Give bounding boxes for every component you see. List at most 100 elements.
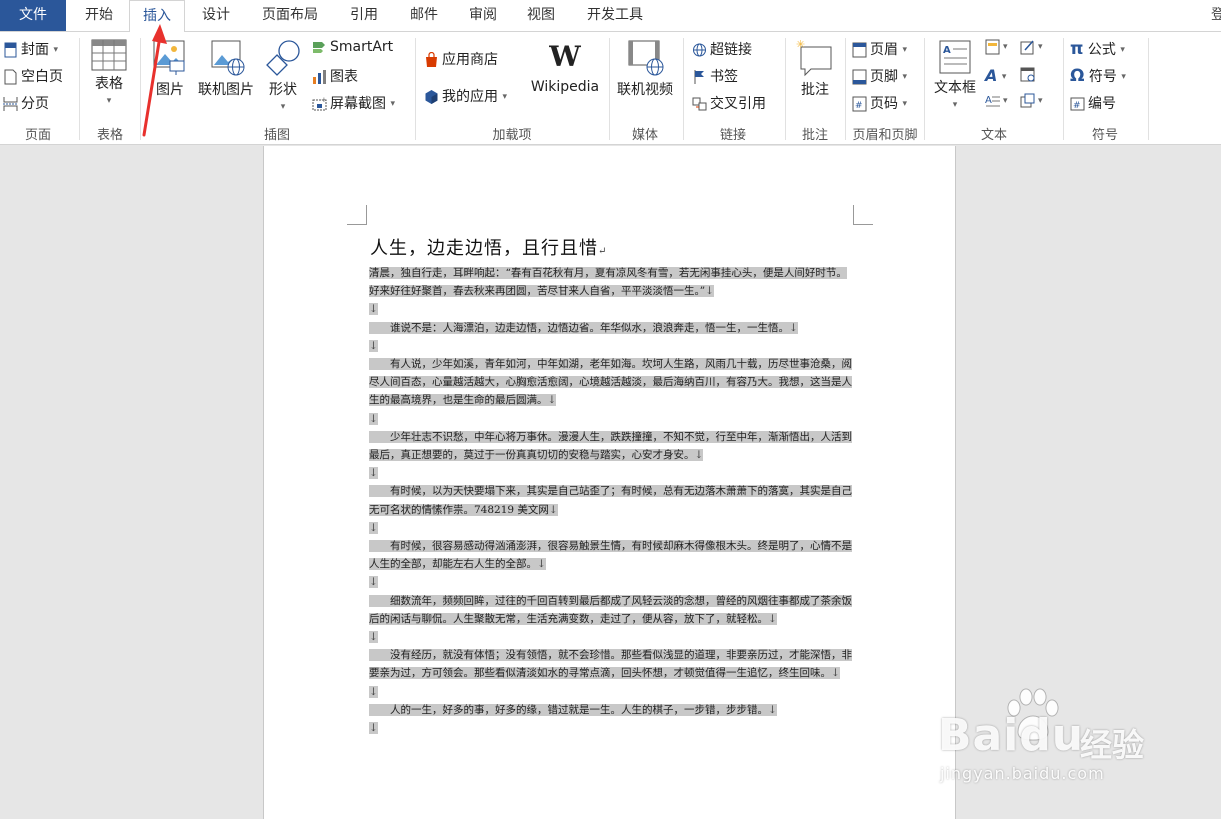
- object-icon: [1020, 93, 1035, 108]
- svg-text:+: +: [321, 96, 327, 104]
- smartart-button[interactable]: SmartArt: [312, 39, 393, 55]
- ribbon-insert: 封面 ▾ 空白页 分页 页面 表格 ▾ 表格 图片 联机图片 形状 ▾ SmartA…: [0, 31, 1221, 145]
- paragraph-text: 清晨，独自行走，耳畔响起：“春有百花秋有月，夏有凉风冬有雪，若无闲事挂心头，便是…: [369, 267, 847, 298]
- store-button[interactable]: 应用商店: [424, 49, 498, 69]
- line-break-mark: ↓: [369, 339, 378, 352]
- my-apps-icon: [425, 90, 438, 104]
- cross-reference-label: 交叉引用: [710, 96, 766, 112]
- tab-design[interactable]: 设计: [188, 0, 244, 31]
- omega-icon: Ω: [1070, 66, 1085, 86]
- equation-button[interactable]: π 公式 ▾: [1070, 39, 1125, 59]
- paragraph: ↓: [369, 719, 855, 737]
- tab-references[interactable]: 引用: [336, 0, 392, 31]
- document-title[interactable]: 人生，边走边悟，且行且惜↵: [370, 234, 607, 260]
- footer-button[interactable]: 页脚 ▾: [852, 66, 907, 86]
- group-label-media: 媒体: [631, 128, 658, 143]
- number-label: 编号: [1088, 96, 1116, 112]
- paragraph-text: 有时候，以为天快要塌下来，其实是自己站歪了；有时候，总有无边落木萧萧下的落寞，其…: [369, 485, 852, 516]
- screenshot-button[interactable]: + 屏幕截图 ▾: [312, 93, 395, 113]
- line-break-mark: ↓: [369, 521, 378, 534]
- wordart-icon: A: [985, 66, 998, 85]
- account-sign-in[interactable]: 登: [1211, 0, 1221, 31]
- paragraph: 细数流年，频频回眸，过往的千回百转到最后都成了风轻云淡的念想，曾经的风烟往事都成…: [369, 592, 855, 628]
- online-video-button[interactable]: 联机视频: [613, 39, 677, 99]
- cover-page-button[interactable]: 封面 ▾: [3, 39, 58, 59]
- number-button[interactable]: # 编号: [1070, 93, 1116, 113]
- group-label-symbols: 符号: [1091, 128, 1118, 143]
- cross-reference-button[interactable]: 交叉引用: [692, 93, 766, 113]
- svg-text:✳: ✳: [796, 39, 805, 51]
- cover-page-label: 封面: [21, 42, 49, 58]
- paragraph-text: 有时候，很容易感动得汹涌澎湃，很容易触景生情，有时候却麻木得像根木头。终是明了，…: [369, 540, 852, 571]
- text-box-button[interactable]: A 文本框 ▾: [929, 39, 981, 113]
- wikipedia-label: Wikipedia: [530, 79, 600, 95]
- shapes-button[interactable]: 形状 ▾: [262, 39, 304, 115]
- drop-cap-icon: A: [985, 95, 1000, 107]
- wikipedia-icon: W: [549, 40, 581, 73]
- comment-button[interactable]: ✳ 批注: [793, 39, 837, 99]
- wikipedia-button[interactable]: W Wikipedia: [527, 40, 603, 96]
- svg-text:#: #: [1073, 101, 1081, 111]
- chart-icon: [313, 70, 326, 84]
- drop-cap-button[interactable]: A ▾: [985, 93, 1008, 109]
- wordart-button[interactable]: A ▾: [985, 66, 1006, 85]
- object-button[interactable]: ▾: [1020, 93, 1043, 109]
- tab-home[interactable]: 开始: [70, 0, 128, 31]
- hyperlink-button[interactable]: 超链接: [692, 39, 752, 59]
- margin-corner-mark: [347, 205, 367, 225]
- hyperlink-icon: [693, 43, 706, 57]
- cross-reference-icon: [692, 97, 707, 111]
- page-number-button[interactable]: # 页码 ▾: [852, 93, 907, 113]
- online-picture-label: 联机图片: [198, 82, 254, 98]
- bookmark-button[interactable]: 书签: [692, 66, 738, 86]
- pi-icon: π: [1070, 39, 1084, 59]
- paragraph: ↓: [369, 683, 855, 701]
- table-button[interactable]: 表格 ▾: [86, 39, 132, 109]
- paragraph: 人的一生，好多的事，好多的缘，错过就是一生。人生的棋子，一步错，步步错。↓: [369, 701, 855, 719]
- header-button[interactable]: 页眉 ▾: [852, 39, 907, 59]
- group-label-text: 文本: [980, 128, 1007, 143]
- quick-parts-icon: [985, 39, 1000, 55]
- group-label-tables: 表格: [96, 128, 123, 143]
- tab-mailings[interactable]: 邮件: [396, 0, 452, 31]
- online-picture-icon: [211, 40, 245, 76]
- line-break-mark: ↓: [369, 685, 378, 698]
- line-break-mark: ↓: [369, 576, 378, 589]
- footer-icon: [852, 69, 867, 85]
- my-apps-button[interactable]: 我的应用 ▾: [424, 86, 507, 106]
- paragraph-text: 谁说不是：人海漂泊，边走边悟，边悟边省。年华似水，浪浪奔走，悟一生，一生悟。: [369, 321, 789, 334]
- document-body[interactable]: 清晨，独自行走，耳畔响起：“春有百花秋有月，夏有凉风冬有雪，若无闲事挂心头，便是…: [369, 264, 855, 737]
- paragraph: ↓: [369, 519, 855, 537]
- line-break-mark: ↓: [369, 412, 378, 425]
- bookmark-label: 书签: [710, 69, 738, 85]
- page-break-icon: [3, 97, 18, 111]
- document-canvas[interactable]: 人生，边走边悟，且行且惜↵ 清晨，独自行走，耳畔响起：“春有百花秋有月，夏有凉风…: [0, 146, 1221, 819]
- smartart-icon: [313, 42, 325, 53]
- text-box-label: 文本框: [934, 80, 976, 96]
- document-page[interactable]: 人生，边走边悟，且行且惜↵ 清晨，独自行走，耳畔响起：“春有百花秋有月，夏有凉风…: [263, 146, 956, 819]
- store-label: 应用商店: [442, 52, 498, 68]
- paragraph-text: 细数流年，频频回眸，过往的千回百转到最后都成了风轻云淡的念想，曾经的风烟往事都成…: [369, 594, 852, 625]
- blank-page-button[interactable]: 空白页: [3, 66, 63, 86]
- page-break-button[interactable]: 分页: [3, 93, 49, 113]
- signature-line-button[interactable]: ▾: [1020, 39, 1043, 55]
- online-picture-button[interactable]: 联机图片: [194, 39, 258, 99]
- date-time-button[interactable]: [1020, 66, 1038, 82]
- tab-review[interactable]: 审阅: [455, 0, 511, 31]
- tab-developer[interactable]: 开发工具: [573, 0, 657, 31]
- tab-file[interactable]: 文件: [0, 0, 66, 31]
- tab-view[interactable]: 视图: [513, 0, 569, 31]
- calendar-icon: [1020, 67, 1035, 82]
- group-label-comments: 批注: [801, 128, 828, 143]
- svg-text:A: A: [985, 95, 992, 106]
- my-apps-label: 我的应用: [442, 89, 498, 105]
- tab-page-layout[interactable]: 页面布局: [250, 0, 330, 31]
- group-label-illustrations: 插图: [263, 128, 290, 143]
- cover-page-icon: [4, 42, 17, 58]
- paragraph: 有时候，很容易感动得汹涌澎湃，很容易触景生情，有时候却麻木得像根木头。终是明了，…: [369, 537, 855, 573]
- chart-button[interactable]: 图表: [312, 66, 358, 86]
- quick-parts-button[interactable]: ▾: [985, 39, 1008, 55]
- annotation-arrow-icon: [142, 24, 167, 137]
- symbol-button[interactable]: Ω 符号 ▾: [1070, 66, 1126, 86]
- smartart-label: SmartArt: [330, 39, 394, 55]
